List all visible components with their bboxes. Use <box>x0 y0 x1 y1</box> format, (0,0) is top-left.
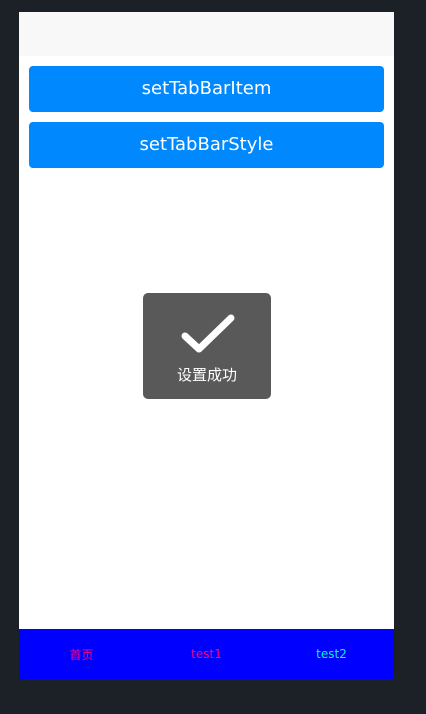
tab-home-label: 首页 <box>69 647 94 662</box>
set-tab-bar-style-button[interactable]: setTabBarStyle <box>29 122 384 168</box>
toast-message: 设置成功 <box>176 366 237 384</box>
phone-screen: setTabBarItem setTabBarStyle 设置成功 首页 tes… <box>19 12 394 679</box>
tab-bar: 首页 test1 test2 <box>19 629 394 679</box>
page-content: setTabBarItem setTabBarStyle 设置成功 <box>19 56 394 629</box>
tab-test2-label: test2 <box>316 647 347 661</box>
checkmark-icon <box>181 314 235 353</box>
tab-test1[interactable]: test1 <box>144 629 269 679</box>
navigation-bar <box>19 12 394 56</box>
tab-home[interactable]: 首页 <box>19 629 144 679</box>
set-tab-bar-item-button[interactable]: setTabBarItem <box>29 66 384 112</box>
success-toast: 设置成功 <box>143 293 271 399</box>
tab-test1-label: test1 <box>191 647 222 661</box>
tab-test2[interactable]: test2 <box>269 629 394 679</box>
